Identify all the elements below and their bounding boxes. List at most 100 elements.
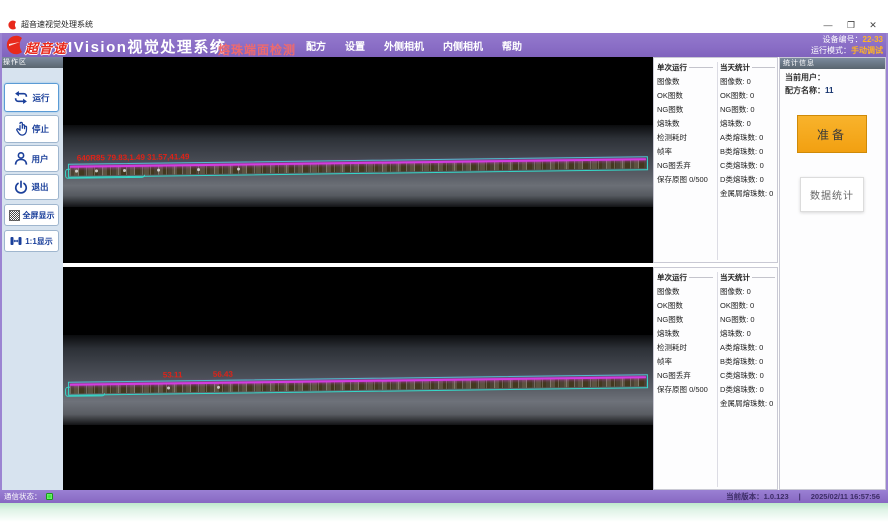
data-statistics-button[interactable]: 数据统计 (800, 177, 864, 212)
comm-status-label: 通信状态： (4, 491, 42, 502)
comm-status-led (46, 493, 53, 500)
stat-row: 图像数: 0 (720, 75, 775, 89)
camera-viewport-outer[interactable]: 640R85 79.83,1.49 31.57,41.49 (63, 57, 653, 263)
current-user-label: 当前用户： (785, 73, 825, 82)
single-run-column: 单次运行 图像数OK图数NG图数熔珠数检测耗时帧率NG图丢弃保存原图 0/500 (655, 272, 715, 487)
app-window: 超音速视觉处理系统 — ❐ ✕ 超音速 IVision视觉处理系统 熔珠端面检测… (0, 0, 888, 522)
daily-stats-title: 当天统计 (720, 272, 775, 283)
fullscreen-button[interactable]: 全屏显示 (4, 204, 59, 226)
stat-row: 熔珠数: 0 (720, 327, 775, 341)
daily-stats-list: 图像数: 0OK图数: 0NG图数: 0熔珠数: 0A类熔珠数: 0B类熔珠数:… (720, 75, 775, 201)
daily-stats-title: 当天统计 (720, 62, 775, 73)
stat-row: 检测耗时 (657, 341, 713, 355)
stat-row: NG图数: 0 (720, 313, 775, 327)
window-frame-left (0, 33, 2, 503)
defect-marker (217, 386, 220, 389)
ready-button[interactable]: 准备 (797, 115, 867, 153)
menu-item-outer-camera[interactable]: 外侧相机 (384, 38, 424, 53)
defect-marker (75, 170, 78, 173)
stat-row: 保存原图 0/500 (657, 173, 713, 187)
defect-marker (123, 169, 126, 172)
device-info: 设备编号：22-33 运行模式：手动调试 (811, 34, 883, 56)
version-value: 1.0.123 (764, 492, 789, 501)
close-button[interactable]: ✕ (863, 17, 883, 33)
device-number-label: 设备编号： (823, 35, 863, 44)
user-button-label: 用户 (31, 153, 48, 165)
info-panel: 统计信息 当前用户： 配方名称：11 准备 数据统计 (779, 57, 886, 490)
operation-sidebar: 操作区 运行 停止 用户 (0, 57, 63, 490)
fullscreen-button-label: 全屏显示 (23, 210, 55, 221)
app-icon (7, 20, 17, 30)
stat-row: 金属屑熔珠数: 0 (720, 397, 775, 411)
user-icon (14, 151, 28, 166)
single-run-list: 图像数OK图数NG图数熔珠数检测耗时帧率NG图丢弃保存原图 0/500 (657, 285, 713, 397)
datetime: 2025/02/11 16:57:56 (811, 492, 880, 501)
stat-row: 保存原图 0/500 (657, 383, 713, 397)
app-header: 超音速 IVision视觉处理系统 熔珠端面检测 配方 设置 外侧相机 内侧相机… (0, 33, 888, 57)
single-run-title: 单次运行 (657, 62, 713, 73)
stat-row: 图像数 (657, 285, 713, 299)
stat-row: B类熔珠数: 0 (720, 145, 775, 159)
stat-row: D类熔珠数: 0 (720, 383, 775, 397)
stat-row: 熔珠数: 0 (720, 117, 775, 131)
recipe-name-label: 配方名称： (785, 86, 825, 95)
power-icon (14, 180, 28, 195)
one-to-one-button-label: 1:1显示 (25, 236, 53, 247)
window-titlebar: 超音速视觉处理系统 — ❐ ✕ (0, 17, 888, 33)
minimize-button[interactable]: — (818, 17, 838, 33)
stat-row: OK图数: 0 (720, 89, 775, 103)
brand-name: 超音速 (25, 38, 67, 57)
stat-row: NG图数 (657, 313, 713, 327)
stat-row: 帧率 (657, 355, 713, 369)
run-loop-icon (13, 90, 29, 105)
stat-row: 帧率 (657, 145, 713, 159)
defect-marker (157, 169, 160, 172)
status-bar: 通信状态： 当前版本：1.0.123 | 2025/02/11 16:57:56 (0, 490, 888, 503)
stat-row: D类熔珠数: 0 (720, 173, 775, 187)
camera-viewport-inner[interactable]: 53.11 56.43 (63, 267, 653, 490)
daily-stats-column: 当天统计 图像数: 0OK图数: 0NG图数: 0熔珠数: 0A类熔珠数: 0B… (717, 272, 777, 487)
info-panel-title: 统计信息 (780, 58, 885, 69)
hand-stop-icon (14, 121, 29, 137)
stat-row: OK图数 (657, 299, 713, 313)
stat-row: OK图数: 0 (720, 299, 775, 313)
one-to-one-button[interactable]: 1:1显示 (4, 230, 59, 252)
run-mode-label: 运行模式： (811, 46, 851, 55)
daily-stats-list: 图像数: 0OK图数: 0NG图数: 0熔珠数: 0A类熔珠数: 0B类熔珠数:… (720, 285, 775, 411)
run-mode-value: 手动调试 (851, 46, 883, 55)
stat-row: 熔珠数 (657, 327, 713, 341)
stop-button[interactable]: 停止 (4, 115, 59, 143)
recipe-name-value: 11 (825, 86, 833, 95)
daily-stats-column: 当天统计 图像数: 0OK图数: 0NG图数: 0熔珠数: 0A类熔珠数: 0B… (717, 62, 777, 260)
stat-row: OK图数 (657, 89, 713, 103)
run-button[interactable]: 运行 (4, 83, 59, 112)
version-label: 当前版本： (726, 492, 764, 501)
stat-row: C类熔珠数: 0 (720, 159, 775, 173)
menu-item-inner-camera[interactable]: 内侧相机 (443, 38, 483, 53)
exit-button[interactable]: 退出 (4, 174, 59, 200)
status-separator: | (799, 492, 801, 501)
menu-item-settings[interactable]: 设置 (345, 38, 365, 53)
maximize-button[interactable]: ❐ (841, 17, 861, 33)
stat-row: NG图丢弃 (657, 159, 713, 173)
sidebar-title: 操作区 (0, 57, 63, 68)
main-menu: 配方 设置 外侧相机 内侧相机 帮助 (306, 33, 522, 57)
user-button[interactable]: 用户 (4, 145, 59, 172)
single-run-list: 图像数OK图数NG图数熔珠数检测耗时帧率NG图丢弃保存原图 0/500 (657, 75, 713, 187)
defect-marker (95, 169, 98, 172)
stats-panel-inner: 单次运行 图像数OK图数NG图数熔珠数检测耗时帧率NG图丢弃保存原图 0/500… (653, 267, 778, 490)
stat-row: A类熔珠数: 0 (720, 341, 775, 355)
menu-item-help[interactable]: 帮助 (502, 38, 522, 53)
stat-row: 熔珠数 (657, 117, 713, 131)
defect-marker (197, 168, 200, 171)
app-title: IVision视觉处理系统 (68, 36, 226, 57)
stat-row: B类熔珠数: 0 (720, 355, 775, 369)
menu-item-recipe[interactable]: 配方 (306, 38, 326, 53)
stat-row: NG图数: 0 (720, 103, 775, 117)
measurement-label: 53.11 (163, 370, 183, 379)
desktop-background (0, 503, 888, 522)
window-title: 超音速视觉处理系统 (21, 17, 93, 33)
stats-panel-outer: 单次运行 图像数OK图数NG图数熔珠数检测耗时帧率NG图丢弃保存原图 0/500… (653, 57, 778, 263)
defect-marker (237, 168, 240, 171)
stat-row: NG图数 (657, 103, 713, 117)
